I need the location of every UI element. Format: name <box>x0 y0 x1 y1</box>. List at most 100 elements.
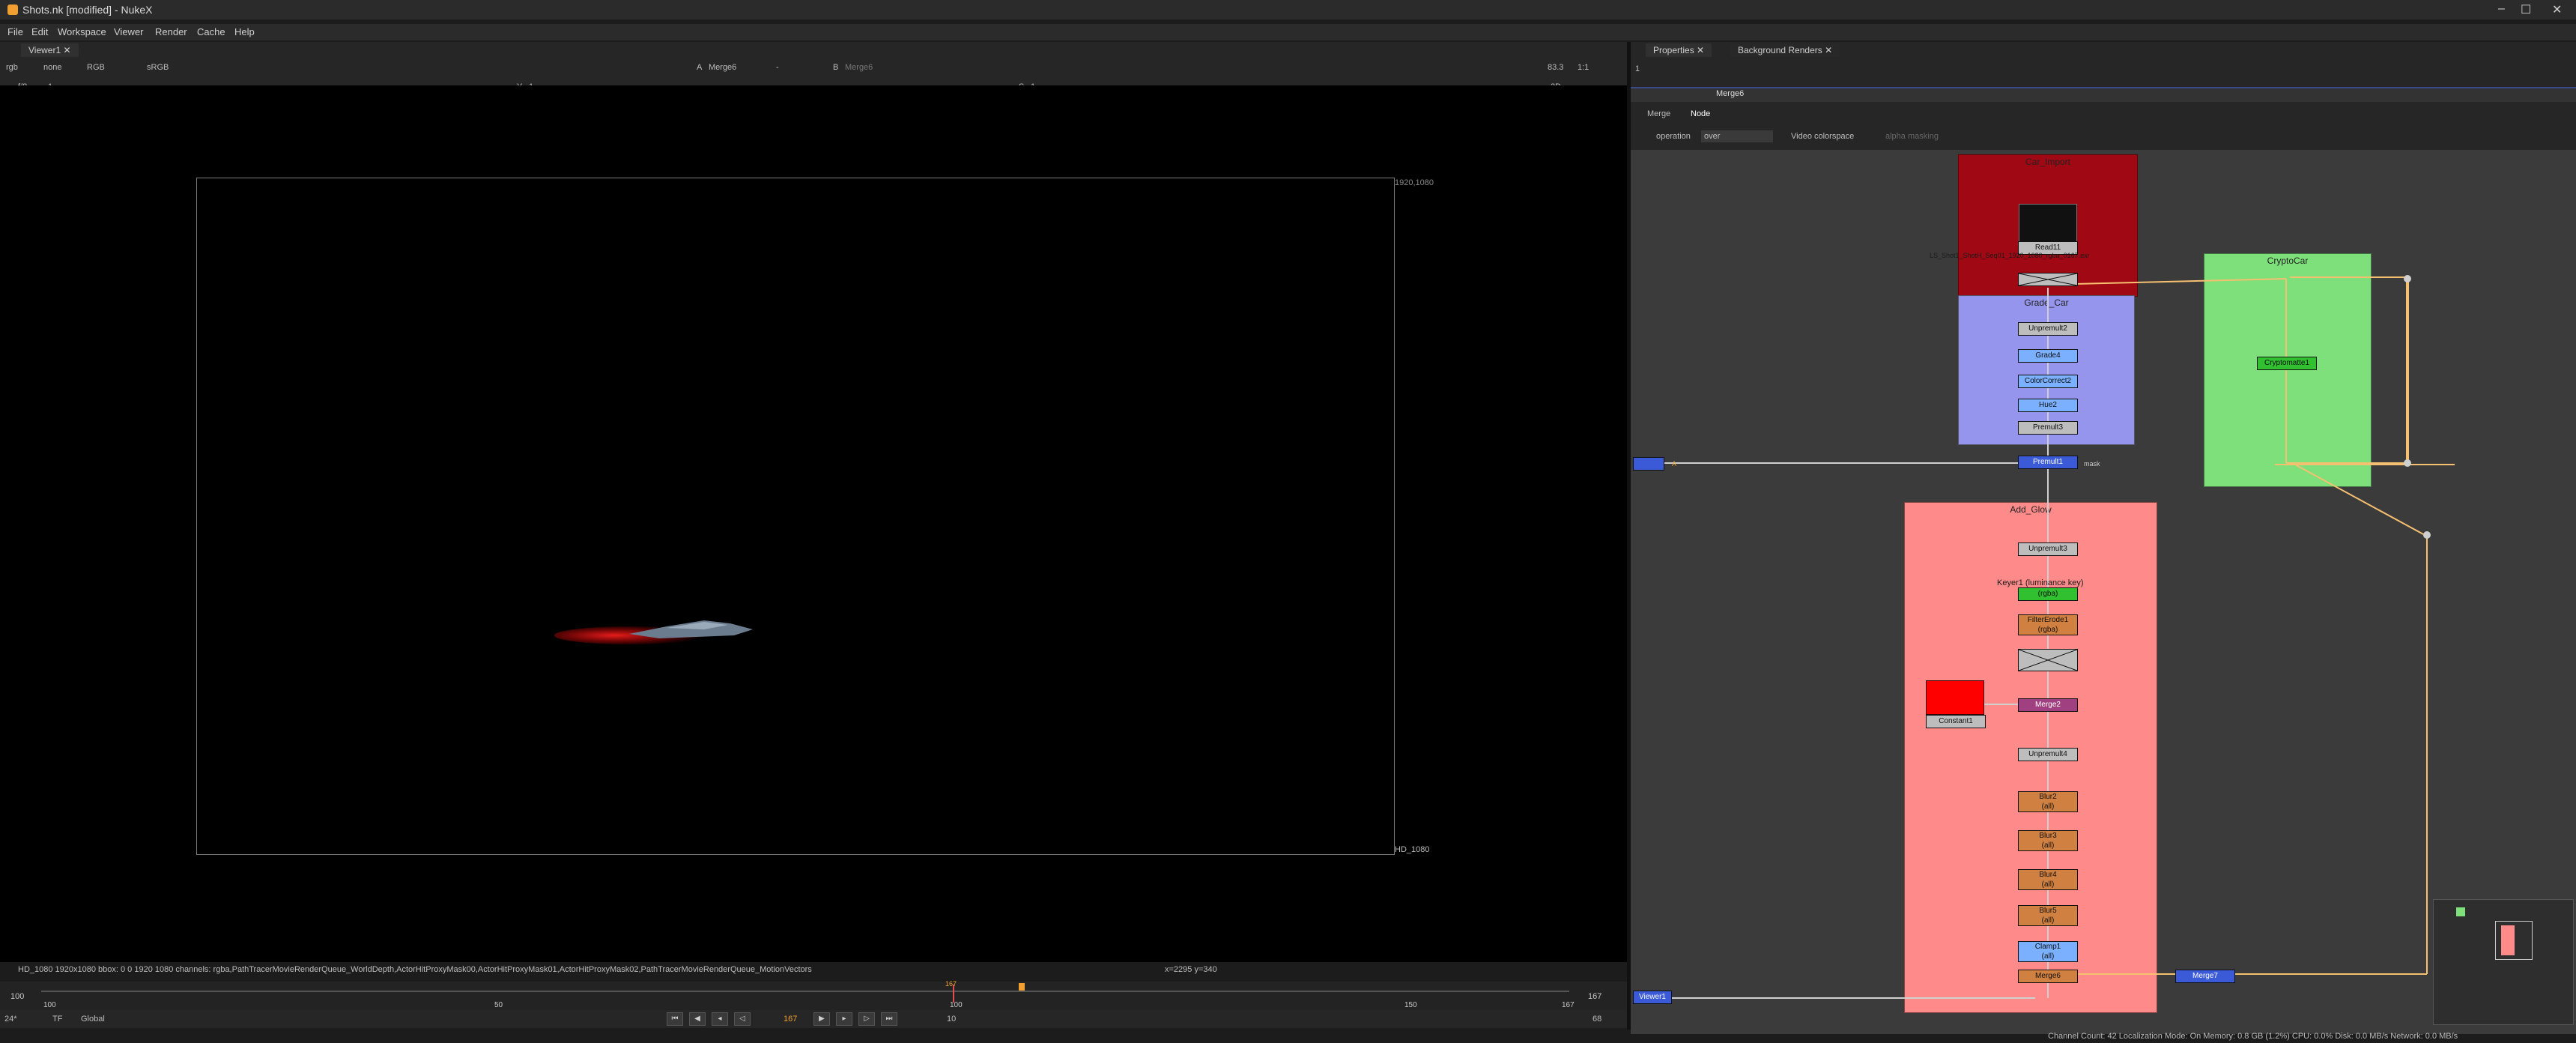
menu-edit[interactable]: Edit <box>31 26 48 37</box>
alpha-dropdown[interactable]: none <box>43 61 61 73</box>
keyer-node[interactable]: (rgba) <box>2018 587 2078 601</box>
video-colorspace-checkbox[interactable]: Video colorspace <box>1791 130 1854 142</box>
last-frame-button[interactable]: ⏭ <box>881 1012 897 1026</box>
keyer-label: Keyer1 (luminance key) <box>1997 578 2084 587</box>
pixel-coords: x=2295 y=340 <box>1165 965 1217 974</box>
tick-label: 167 <box>1562 1001 1575 1009</box>
prev-keyframe-button[interactable]: ◀ <box>689 1012 706 1026</box>
play-button[interactable]: ▶ <box>813 1012 830 1026</box>
tick-label: 100 <box>43 1001 56 1009</box>
timeline-track[interactable] <box>41 991 1569 992</box>
format-bottom-label: HD_1080 <box>1395 845 1430 854</box>
merge-right-node[interactable]: Merge7 <box>2175 970 2235 983</box>
next-frame-button[interactable]: ▸ <box>836 1012 852 1026</box>
blur4-node[interactable]: Blur4 (all) <box>2018 869 2078 890</box>
minimize-button[interactable]: – <box>2498 2 2505 16</box>
constant-node[interactable]: Constant1 <box>1926 715 1986 728</box>
blur3-node[interactable]: Blur3 (all) <box>2018 830 2078 851</box>
scope-dropdown[interactable]: Global <box>81 1013 105 1025</box>
panel-count-field[interactable]: 1 <box>1635 63 1640 75</box>
grade4-node[interactable]: Grade4 <box>2018 349 2078 363</box>
tick-label: 100 <box>950 1001 963 1009</box>
menu-file[interactable]: File <box>7 26 23 37</box>
tab-viewer1[interactable]: Viewer1 ✕ <box>21 43 79 57</box>
disabled-node[interactable] <box>2018 649 2078 671</box>
play-backward-button[interactable]: ◁ <box>734 1012 751 1026</box>
next-keyframe-button[interactable]: ▷ <box>858 1012 875 1026</box>
display-dropdown[interactable]: RGB <box>87 61 105 73</box>
node-name-field[interactable]: Merge6 <box>1716 88 1744 100</box>
clamp-node[interactable]: Clamp1 (all) <box>2018 941 2078 962</box>
read-file-label: LS_Shot1_ShotH_Seq01_1920_1080_rgba_0167… <box>1930 252 2090 259</box>
car-render-image <box>554 620 753 644</box>
title-bar: Shots.nk [modified] - NukeX – ☐ ✕ <box>0 0 2576 19</box>
window-title: Shots.nk [modified] - NukeX <box>22 4 153 16</box>
input-a-label: A <box>697 63 703 72</box>
unpremult4-node[interactable]: Unpremult4 <box>2018 748 2078 761</box>
cryptomatte-node[interactable]: Cryptomatte1 <box>2257 357 2317 370</box>
graph-minimap[interactable] <box>2433 899 2574 1025</box>
merge-node-premult[interactable]: Premult1 <box>2018 456 2078 469</box>
disabled-cross-icon <box>2019 650 2077 671</box>
maximize-button[interactable]: ☐ <box>2521 2 2531 17</box>
subtab-merge[interactable]: Merge <box>1647 108 1670 120</box>
input-b-dropdown[interactable]: Merge6 <box>845 61 873 73</box>
image-info: HD_1080 1920x1080 bbox: 0 0 1920 1080 ch… <box>18 965 812 974</box>
menu-render[interactable]: Render <box>155 26 187 37</box>
blur5-node[interactable]: Blur5 (all) <box>2018 905 2078 926</box>
ratio-dropdown[interactable]: 1:1 <box>1578 61 1589 73</box>
read-node-thumbnail[interactable] <box>2019 204 2077 243</box>
a-input-label: A <box>1672 460 1677 468</box>
current-frame-field[interactable]: 167 <box>784 1013 797 1025</box>
unpremult2-node[interactable]: Unpremult2 <box>2018 322 2078 336</box>
menu-cache[interactable]: Cache <box>197 26 225 37</box>
merge2-node[interactable]: Merge2 <box>2018 698 2078 712</box>
first-frame-button[interactable]: ⏮ <box>667 1012 683 1026</box>
format-box <box>196 178 1395 855</box>
channels-dropdown[interactable]: rgb <box>6 61 18 73</box>
operation-label: operation <box>1656 132 1691 141</box>
playhead-handle[interactable] <box>1019 983 1025 991</box>
operation-dropdown[interactable]: over <box>1701 130 1773 142</box>
tab-properties[interactable]: Properties ✕ <box>1646 43 1712 57</box>
switch-node[interactable] <box>2018 273 2078 286</box>
disabled-cross-icon <box>2019 273 2077 285</box>
mask-input-label: mask <box>2084 460 2100 468</box>
status-text: Channel Count: 42 Localization Mode: On … <box>2048 1032 2458 1041</box>
dot-node-left[interactable] <box>1633 457 1664 471</box>
filtererode-node[interactable]: FilterErode1 (rgba) <box>2018 614 2078 635</box>
prev-frame-button[interactable]: ◂ <box>712 1012 728 1026</box>
composite-mode[interactable]: - <box>776 61 779 73</box>
close-button[interactable]: ✕ <box>2552 2 2562 17</box>
premult3-node[interactable]: Premult3 <box>2018 421 2078 435</box>
menu-help[interactable]: Help <box>234 26 255 37</box>
menu-viewer[interactable]: Viewer <box>114 26 144 37</box>
alpha-masking-checkbox[interactable]: alpha masking <box>1885 130 1939 142</box>
minimap-backdrop <box>2456 907 2465 916</box>
zoom-dropdown[interactable]: 83.3 <box>1548 61 1563 73</box>
fps-dropdown[interactable]: 24* <box>4 1013 17 1025</box>
subtab-node[interactable]: Node <box>1691 108 1710 120</box>
blur2-node[interactable]: Blur2 (all) <box>2018 791 2078 812</box>
tick-label: 50 <box>494 1001 503 1009</box>
viewer-node[interactable]: Viewer1 <box>1633 991 1672 1004</box>
tf-dropdown[interactable]: TF <box>52 1013 62 1025</box>
timeline-end[interactable]: 167 <box>1588 992 1601 1001</box>
format-top-label: 1920,1080 <box>1395 178 1434 187</box>
increment-field[interactable]: 10 <box>947 1013 956 1025</box>
lut-dropdown[interactable]: sRGB <box>147 61 169 73</box>
tick-label: 150 <box>1404 1001 1417 1009</box>
colorcorrect-node[interactable]: ColorCorrect2 <box>2018 375 2078 388</box>
end-frame-field[interactable]: 68 <box>1592 1013 1601 1025</box>
unpremult3-node[interactable]: Unpremult3 <box>2018 542 2078 556</box>
input-b-label: B <box>833 63 839 72</box>
nuke-app-icon <box>7 4 18 15</box>
input-a-dropdown[interactable]: Merge6 <box>709 61 736 73</box>
merge-bottom-node[interactable]: Merge6 <box>2018 970 2078 983</box>
constant-thumbnail[interactable] <box>1926 680 1984 715</box>
hue-node[interactable]: Hue2 <box>2018 399 2078 412</box>
timeline-start[interactable]: 100 <box>10 992 24 1001</box>
menu-workspace[interactable]: Workspace <box>58 26 106 37</box>
viewer-toolbar: Viewer1 ✕ rgb none RGB sRGB A Merge6 - B… <box>0 42 1627 91</box>
tab-background-renders[interactable]: Background Renders ✕ <box>1730 43 1840 57</box>
